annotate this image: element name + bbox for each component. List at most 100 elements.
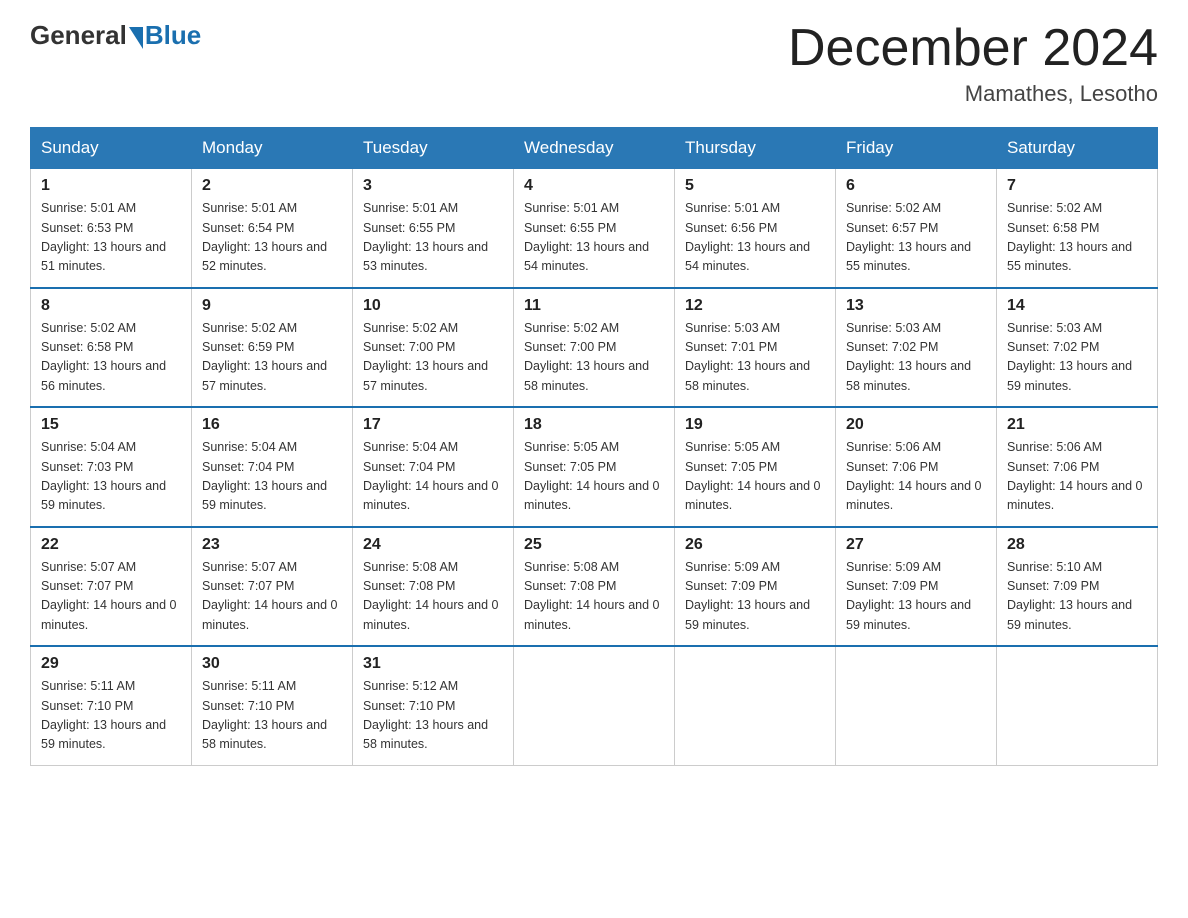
day-info: Sunrise: 5:10 AMSunset: 7:09 PMDaylight:… [1007,558,1147,636]
day-number: 11 [524,297,664,315]
day-cell: 10 Sunrise: 5:02 AMSunset: 7:00 PMDayligh… [353,288,514,408]
month-title: December 2024 [788,20,1158,77]
day-info: Sunrise: 5:09 AMSunset: 7:09 PMDaylight:… [685,558,825,636]
day-number: 16 [202,416,342,434]
day-number: 27 [846,536,986,554]
week-row-4: 22 Sunrise: 5:07 AMSunset: 7:07 PMDayligh… [31,527,1158,647]
day-number: 17 [363,416,503,434]
day-number: 25 [524,536,664,554]
day-info: Sunrise: 5:11 AMSunset: 7:10 PMDaylight:… [41,677,181,755]
day-info: Sunrise: 5:02 AMSunset: 7:00 PMDaylight:… [524,319,664,397]
day-header-tuesday: Tuesday [353,128,514,169]
day-info: Sunrise: 5:07 AMSunset: 7:07 PMDaylight:… [202,558,342,636]
day-number: 9 [202,297,342,315]
day-number: 12 [685,297,825,315]
day-info: Sunrise: 5:04 AMSunset: 7:04 PMDaylight:… [363,438,503,516]
day-number: 6 [846,177,986,195]
day-cell: 18Sunrise: 5:05 AMSunset: 7:05 PMDayligh… [514,407,675,527]
day-info: Sunrise: 5:08 AMSunset: 7:08 PMDaylight:… [363,558,503,636]
day-cell: 17 Sunrise: 5:04 AMSunset: 7:04 PMDayligh… [353,407,514,527]
day-info: Sunrise: 5:02 AMSunset: 6:57 PMDaylight:… [846,199,986,277]
day-number: 26 [685,536,825,554]
day-info: Sunrise: 5:06 AMSunset: 7:06 PMDaylight:… [846,438,986,516]
day-info: Sunrise: 5:08 AMSunset: 7:08 PMDaylight:… [524,558,664,636]
day-number: 18 [524,416,664,434]
day-info: Sunrise: 5:04 AMSunset: 7:04 PMDaylight:… [202,438,342,516]
day-info: Sunrise: 5:01 AMSunset: 6:54 PMDaylight:… [202,199,342,277]
day-cell: 29Sunrise: 5:11 AMSunset: 7:10 PMDayligh… [31,646,192,765]
day-cell [675,646,836,765]
day-cell: 19 Sunrise: 5:05 AMSunset: 7:05 PMDayligh… [675,407,836,527]
day-cell: 14 Sunrise: 5:03 AMSunset: 7:02 PMDayligh… [997,288,1158,408]
day-number: 8 [41,297,181,315]
day-cell: 23 Sunrise: 5:07 AMSunset: 7:07 PMDayligh… [192,527,353,647]
day-number: 22 [41,536,181,554]
day-cell: 1Sunrise: 5:01 AMSunset: 6:53 PMDaylight… [31,169,192,288]
day-cell: 9 Sunrise: 5:02 AMSunset: 6:59 PMDaylight… [192,288,353,408]
day-info: Sunrise: 5:03 AMSunset: 7:01 PMDaylight:… [685,319,825,397]
day-cell: 7Sunrise: 5:02 AMSunset: 6:58 PMDaylight… [997,169,1158,288]
day-header-wednesday: Wednesday [514,128,675,169]
day-number: 5 [685,177,825,195]
day-header-thursday: Thursday [675,128,836,169]
location-title: Mamathes, Lesotho [788,81,1158,107]
day-cell: 21Sunrise: 5:06 AMSunset: 7:06 PMDayligh… [997,407,1158,527]
day-info: Sunrise: 5:04 AMSunset: 7:03 PMDaylight:… [41,438,181,516]
day-cell [997,646,1158,765]
day-info: Sunrise: 5:09 AMSunset: 7:09 PMDaylight:… [846,558,986,636]
day-cell: 27 Sunrise: 5:09 AMSunset: 7:09 PMDayligh… [836,527,997,647]
day-cell: 20 Sunrise: 5:06 AMSunset: 7:06 PMDayligh… [836,407,997,527]
day-cell: 16 Sunrise: 5:04 AMSunset: 7:04 PMDayligh… [192,407,353,527]
week-row-2: 8 Sunrise: 5:02 AMSunset: 6:58 PMDaylight… [31,288,1158,408]
day-info: Sunrise: 5:11 AMSunset: 7:10 PMDaylight:… [202,677,342,755]
day-header-saturday: Saturday [997,128,1158,169]
day-header-friday: Friday [836,128,997,169]
day-cell: 28Sunrise: 5:10 AMSunset: 7:09 PMDayligh… [997,527,1158,647]
title-section: December 2024 Mamathes, Lesotho [788,20,1158,107]
day-number: 31 [363,655,503,673]
day-info: Sunrise: 5:03 AMSunset: 7:02 PMDaylight:… [846,319,986,397]
day-number: 23 [202,536,342,554]
logo: General Blue [30,20,201,51]
day-cell: 5 Sunrise: 5:01 AMSunset: 6:56 PMDaylight… [675,169,836,288]
day-cell: 13 Sunrise: 5:03 AMSunset: 7:02 PMDayligh… [836,288,997,408]
day-number: 4 [524,177,664,195]
day-header-monday: Monday [192,128,353,169]
day-cell: 26 Sunrise: 5:09 AMSunset: 7:09 PMDayligh… [675,527,836,647]
week-row-3: 15Sunrise: 5:04 AMSunset: 7:03 PMDayligh… [31,407,1158,527]
day-cell: 31Sunrise: 5:12 AMSunset: 7:10 PMDayligh… [353,646,514,765]
header-row: SundayMondayTuesdayWednesdayThursdayFrid… [31,128,1158,169]
day-number: 20 [846,416,986,434]
day-number: 10 [363,297,503,315]
day-info: Sunrise: 5:03 AMSunset: 7:02 PMDaylight:… [1007,319,1147,397]
page-header: General Blue December 2024 Mamathes, Les… [30,20,1158,107]
day-cell: 25 Sunrise: 5:08 AMSunset: 7:08 PMDayligh… [514,527,675,647]
day-cell: 2 Sunrise: 5:01 AMSunset: 6:54 PMDaylight… [192,169,353,288]
day-cell: 12 Sunrise: 5:03 AMSunset: 7:01 PMDayligh… [675,288,836,408]
day-info: Sunrise: 5:01 AMSunset: 6:53 PMDaylight:… [41,199,181,277]
day-number: 13 [846,297,986,315]
day-number: 19 [685,416,825,434]
day-info: Sunrise: 5:02 AMSunset: 6:58 PMDaylight:… [41,319,181,397]
day-info: Sunrise: 5:05 AMSunset: 7:05 PMDaylight:… [685,438,825,516]
day-info: Sunrise: 5:02 AMSunset: 6:59 PMDaylight:… [202,319,342,397]
day-number: 14 [1007,297,1147,315]
day-cell: 22Sunrise: 5:07 AMSunset: 7:07 PMDayligh… [31,527,192,647]
day-info: Sunrise: 5:02 AMSunset: 6:58 PMDaylight:… [1007,199,1147,277]
day-cell: 15Sunrise: 5:04 AMSunset: 7:03 PMDayligh… [31,407,192,527]
calendar-table: SundayMondayTuesdayWednesdayThursdayFrid… [30,127,1158,766]
day-number: 3 [363,177,503,195]
day-number: 2 [202,177,342,195]
day-cell: 30Sunrise: 5:11 AMSunset: 7:10 PMDayligh… [192,646,353,765]
day-cell: 8 Sunrise: 5:02 AMSunset: 6:58 PMDaylight… [31,288,192,408]
day-number: 24 [363,536,503,554]
day-cell: 6 Sunrise: 5:02 AMSunset: 6:57 PMDaylight… [836,169,997,288]
week-row-1: 1Sunrise: 5:01 AMSunset: 6:53 PMDaylight… [31,169,1158,288]
logo-arrow-icon [129,27,143,49]
day-header-sunday: Sunday [31,128,192,169]
day-cell: 11 Sunrise: 5:02 AMSunset: 7:00 PMDayligh… [514,288,675,408]
day-info: Sunrise: 5:01 AMSunset: 6:56 PMDaylight:… [685,199,825,277]
day-info: Sunrise: 5:02 AMSunset: 7:00 PMDaylight:… [363,319,503,397]
day-cell: 24 Sunrise: 5:08 AMSunset: 7:08 PMDayligh… [353,527,514,647]
day-cell: 4Sunrise: 5:01 AMSunset: 6:55 PMDaylight… [514,169,675,288]
